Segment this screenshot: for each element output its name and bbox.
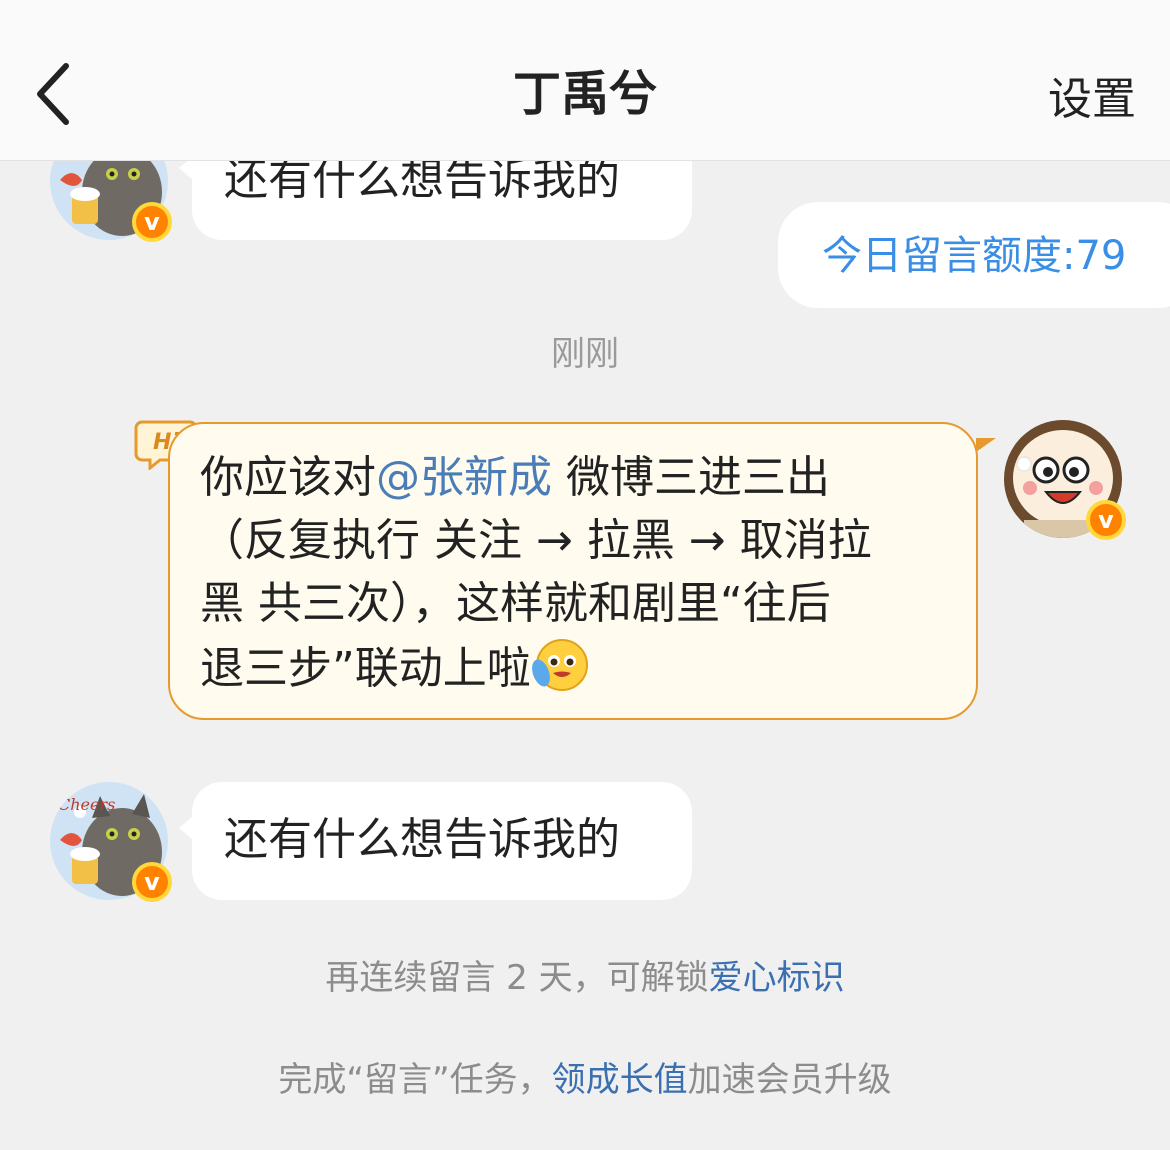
bot-message-text: 还有什么想告诉我的 xyxy=(224,814,620,865)
verified-v-badge-icon: v xyxy=(132,202,172,242)
suggestion-message-bubble: 你应该对@张新成 微博三进三出 （反复执行 关注 → 拉黑 → 取消拉 黑 共三… xyxy=(168,422,996,720)
suggestion-line-3: 黑 共三次），这样就和剧里“往后 xyxy=(200,578,831,629)
top-navigation-bar: 丁禹兮 设置 xyxy=(0,0,1170,161)
mention-link[interactable]: @张新成 xyxy=(376,452,552,503)
growth-value-link[interactable]: 领成长值 xyxy=(552,1060,688,1100)
bot-message-text: 还有什么想告诉我的 xyxy=(224,154,620,205)
suggestion-line-2: （反复执行 关注 → 拉黑 → 取消拉 xyxy=(200,515,872,566)
bot-message-bubble: 还有什么想告诉我的 xyxy=(179,782,692,900)
crying-emoji-icon xyxy=(531,639,588,691)
chat-screen: 丁禹兮 设置 v 还有什么想告诉我的 今日留言额度:79 刚刚 Hi 你应该对@… xyxy=(0,0,1170,1150)
bot-avatar[interactable]: Cheers v xyxy=(50,782,172,902)
suggestion-line-1: 你应该对@张新成 微博三进三出 xyxy=(200,452,830,503)
heart-badge-link[interactable]: 爱心标识 xyxy=(709,958,845,998)
streak-tip: 再连续留言 2 天，可解锁爱心标识 xyxy=(325,958,845,998)
verified-v-badge-icon: v xyxy=(132,862,172,902)
page-title: 丁禹兮 xyxy=(512,66,657,122)
settings-button[interactable]: 设置 xyxy=(1048,70,1136,130)
message-timestamp: 刚刚 xyxy=(551,334,619,374)
task-tip: 完成“留言”任务，领成长值加速会员升级 xyxy=(278,1060,892,1100)
message-quota-bubble: 今日留言额度:79 xyxy=(778,202,1170,308)
svg-text:Cheers: Cheers xyxy=(58,795,115,814)
verified-v-badge-icon: v xyxy=(1086,500,1126,540)
suggestion-line-4: 退三步”联动上啦 xyxy=(200,635,946,700)
message-quota-text: 今日留言额度:79 xyxy=(822,233,1127,279)
user-avatar[interactable]: v xyxy=(1004,420,1126,540)
